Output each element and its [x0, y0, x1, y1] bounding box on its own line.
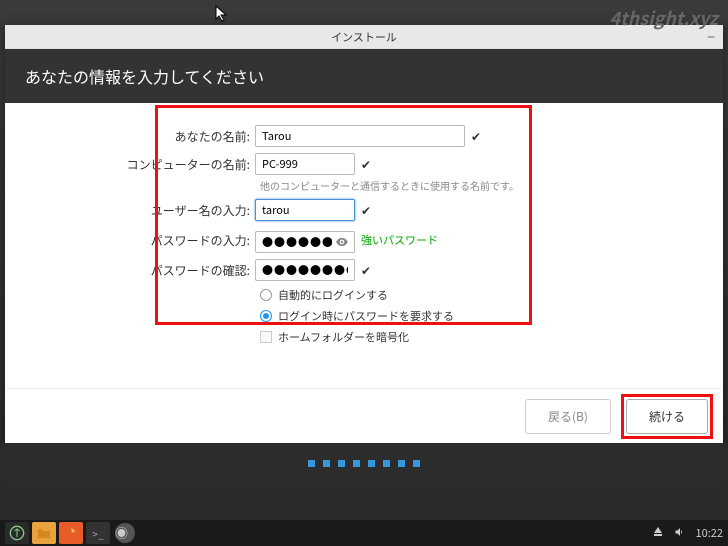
- taskbar: >_ ◉ 10:22: [0, 520, 728, 546]
- dot: [398, 460, 405, 467]
- continue-button[interactable]: 続ける: [626, 399, 708, 434]
- highlight-box-continue: 続ける: [621, 394, 713, 439]
- cursor-icon: [215, 4, 229, 28]
- progress-dots: [5, 443, 723, 483]
- checkbox-encrypt-label: ホームフォルダーを暗号化: [278, 329, 409, 345]
- installer-window: インストール − あなたの情報を入力してください あなたの名前: ✔ コンピュー…: [5, 25, 723, 443]
- files-icon[interactable]: [32, 522, 56, 544]
- firefox-icon[interactable]: [59, 522, 83, 544]
- footer: 戻る(B) 続ける: [5, 388, 723, 443]
- checkbox-encrypt-home[interactable]: ホームフォルダーを暗号化: [260, 329, 723, 345]
- dot: [353, 460, 360, 467]
- window-title: インストール: [331, 29, 397, 45]
- dot: [413, 460, 420, 467]
- dot: [308, 460, 315, 467]
- volume-icon[interactable]: [674, 525, 686, 542]
- dot: [323, 460, 330, 467]
- watermark: 4thsight.xyz: [609, 5, 718, 31]
- back-button[interactable]: 戻る(B): [525, 399, 611, 434]
- network-icon[interactable]: [652, 525, 664, 542]
- highlight-box: [155, 105, 532, 325]
- clock[interactable]: 10:22: [696, 525, 723, 541]
- dot: [368, 460, 375, 467]
- eye-icon[interactable]: [335, 230, 349, 254]
- form-content: あなたの名前: ✔ コンピューターの名前: ✔ 他のコンピューターと通信するとき…: [5, 103, 723, 398]
- terminal-icon[interactable]: >_: [86, 522, 110, 544]
- checkbox-icon: [260, 331, 272, 343]
- menu-button[interactable]: [5, 522, 29, 544]
- page-heading: あなたの情報を入力してください: [5, 49, 723, 103]
- dot: [338, 460, 345, 467]
- installer-task-icon[interactable]: ◉: [113, 522, 137, 544]
- dot: [383, 460, 390, 467]
